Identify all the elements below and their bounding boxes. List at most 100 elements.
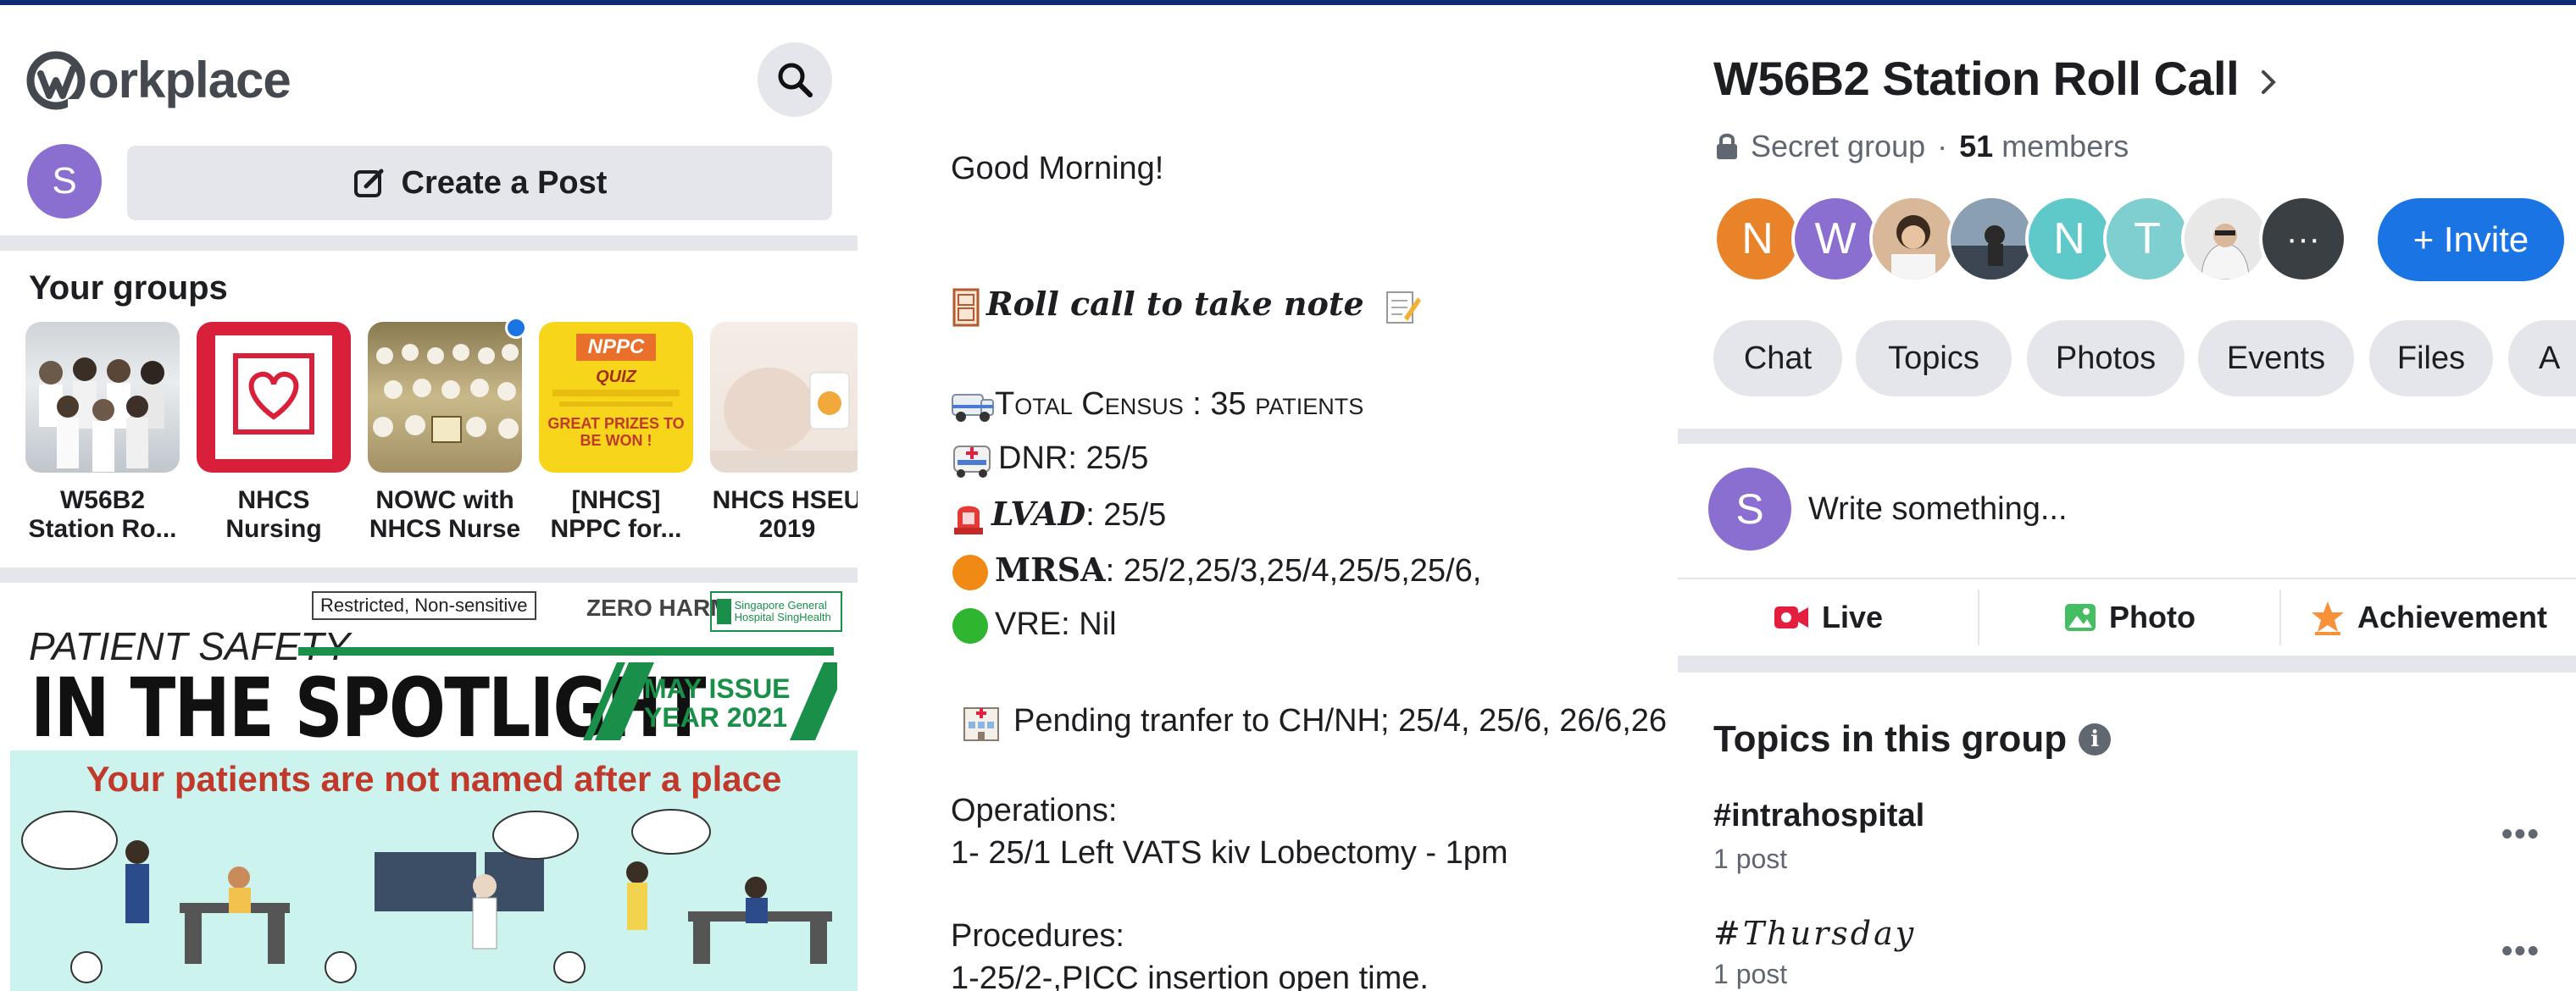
group-label: NOWC with NHCS Nurse — [369, 486, 521, 543]
green-circle-icon — [952, 608, 988, 644]
nppc-title: NPPC — [576, 334, 656, 361]
group-title[interactable]: W56B2 Station Roll Call — [1713, 51, 2280, 106]
operations-title: Operations: — [951, 793, 1118, 828]
patient-safety-poster[interactable]: Restricted, Non-sensitive ZERO HARM Sing… — [10, 590, 858, 991]
group-meta: Secret group · 51 members — [1715, 129, 2129, 164]
workplace-w-icon — [26, 51, 86, 111]
topic-post-count: 1 post — [1713, 844, 1788, 874]
member-avatar[interactable]: N — [2025, 195, 2113, 283]
procedures-title: Procedures: — [951, 918, 1124, 954]
app-name: orkplace — [88, 52, 291, 108]
nppc-text-lines — [559, 401, 673, 407]
tab-photos[interactable]: Photos — [2027, 320, 2185, 396]
topic-more-options-icon[interactable]: ••• — [2501, 933, 2540, 970]
poster-issue: MAY ISSUE YEAR 2021 — [644, 673, 791, 733]
member-avatar-photo[interactable] — [1947, 195, 2035, 283]
sgh-mark-icon — [717, 599, 731, 624]
live-button[interactable]: Live — [1678, 579, 1978, 656]
member-avatar[interactable]: T — [2103, 195, 2191, 283]
your-groups-heading: Your groups — [29, 269, 228, 307]
group-card-nppc[interactable]: NPPC QUIZ GREAT PRIZES TO BE WON ! [NHCS… — [539, 322, 693, 544]
group-label: NHCS HSEU 2019 — [712, 486, 858, 543]
poster-banner-title: Your patients are not named after a plac… — [86, 759, 782, 799]
siren-emoji-icon — [954, 506, 983, 534]
ambulance-front-emoji-icon — [953, 445, 991, 478]
group-thumbnail — [25, 322, 180, 473]
achievement-button[interactable]: Achievement — [2281, 579, 2576, 656]
chevron-right-icon — [2262, 70, 2277, 95]
lock-icon — [1717, 133, 1737, 159]
tab-events[interactable]: Events — [2198, 320, 2354, 396]
roll-call-line: Roll call to take note — [951, 285, 1426, 327]
group-thumbnail — [710, 322, 858, 473]
member-avatar[interactable]: N — [1713, 195, 1802, 283]
members-label: members — [2001, 129, 2129, 163]
group-tabs: Chat Topics Photos Events Files A — [1713, 320, 2576, 396]
sgh-logo: Singapore General Hospital SingHealth — [710, 591, 842, 632]
vre-line: VRE: Nil — [951, 606, 1117, 645]
nppc-quiz: QUIZ — [596, 368, 636, 386]
create-post-label: Create a Post — [401, 164, 608, 201]
composer-input[interactable]: Write something... — [1808, 491, 2068, 528]
workplace-logo[interactable]: orkplace — [25, 42, 291, 119]
search-button[interactable] — [758, 42, 832, 117]
group-card-nhcs-nursing[interactable]: NHCS Nursing — [197, 322, 351, 544]
section-divider — [1678, 657, 2576, 673]
topic-post-count: 1 post — [1713, 959, 1788, 989]
group-thumbnail — [368, 322, 522, 473]
poster-illustration — [21, 809, 832, 983]
photo-icon — [2065, 604, 2096, 631]
zero-harm-logo: ZERO HARM — [586, 595, 730, 621]
procedures-item: 1-25/2-,PICC insertion open time. — [951, 961, 1429, 991]
group-card-w56b2[interactable]: W56B2 Station Ro... — [25, 322, 180, 544]
nhcs-heart-logo-icon — [215, 335, 332, 459]
unread-indicator — [505, 317, 527, 339]
tab-topics[interactable]: Topics — [1856, 320, 2012, 396]
workplace-home-panel: orkplace S Create a Post Your groups W56… — [0, 5, 858, 991]
section-divider — [1678, 429, 2576, 444]
ambulance-emoji-icon — [952, 393, 994, 422]
member-count: 51 — [1959, 129, 1994, 163]
info-icon[interactable]: i — [2079, 723, 2112, 756]
topic-thursday[interactable]: #Thursday — [1713, 915, 1916, 952]
topics-heading: Topics in this group i — [1713, 718, 2112, 761]
greeting-text: Good Morning! — [951, 151, 1164, 186]
member-avatar-photo[interactable] — [2181, 195, 2269, 283]
section-divider — [0, 235, 858, 251]
post-body-panel: Good Morning! Roll call to take note Tot… — [858, 5, 1678, 991]
group-label: W56B2 Station Ro... — [28, 486, 177, 543]
group-card-nowc[interactable]: NOWC with NHCS Nurse — [368, 317, 527, 544]
poster-green-rule — [298, 647, 834, 656]
user-avatar[interactable]: S — [27, 144, 102, 219]
member-avatar-photo[interactable] — [1869, 195, 1957, 283]
tab-chat[interactable]: Chat — [1713, 320, 1842, 396]
create-post-button[interactable]: Create a Post — [127, 146, 832, 220]
operations-item: 1- 25/1 Left VATS kiv Lobectomy - 1pm — [951, 835, 1508, 871]
tab-more[interactable]: A — [2508, 320, 2576, 396]
topic-intrahospital[interactable]: #intrahospital — [1713, 798, 1924, 834]
group-photo-hseu — [710, 368, 858, 473]
memo-emoji-icon — [1385, 291, 1421, 324]
group-thumbnail: NPPC QUIZ GREAT PRIZES TO BE WON ! — [539, 322, 693, 473]
privacy-label: Secret group — [1751, 129, 1926, 163]
group-thumbnail — [197, 322, 351, 473]
orange-circle-icon — [952, 554, 988, 590]
photo-button[interactable]: Photo — [1979, 579, 2279, 656]
compose-icon — [353, 169, 384, 197]
nppc-prize: GREAT PRIZES TO BE WON ! — [547, 415, 685, 449]
composer-actions: Live Photo Achievement — [1678, 578, 2576, 657]
mrsa-line: MRSA: 25/2,25/3,25/4,25/5,25/6, — [951, 551, 1481, 592]
member-avatar[interactable]: W — [1791, 195, 1879, 283]
more-members-button[interactable]: ··· — [2259, 195, 2347, 283]
census-line: Total Census : 35 patients — [951, 386, 1363, 424]
dnr-line: DNR: 25/5 — [951, 440, 1148, 479]
composer-avatar[interactable]: S — [1708, 468, 1791, 551]
tab-files[interactable]: Files — [2369, 320, 2493, 396]
lvad-line: LVAD: 25/5 — [951, 495, 1166, 536]
restricted-label: Restricted, Non-sensitive — [312, 591, 536, 620]
group-card-nhcs-hseu[interactable]: NHCS HSEU 2019 — [710, 322, 858, 544]
achievement-star-icon — [2311, 601, 2344, 635]
group-label: [NHCS] NPPC for... — [550, 486, 682, 543]
topic-more-options-icon[interactable]: ••• — [2501, 817, 2540, 853]
invite-button[interactable]: + Invite — [2378, 198, 2564, 281]
